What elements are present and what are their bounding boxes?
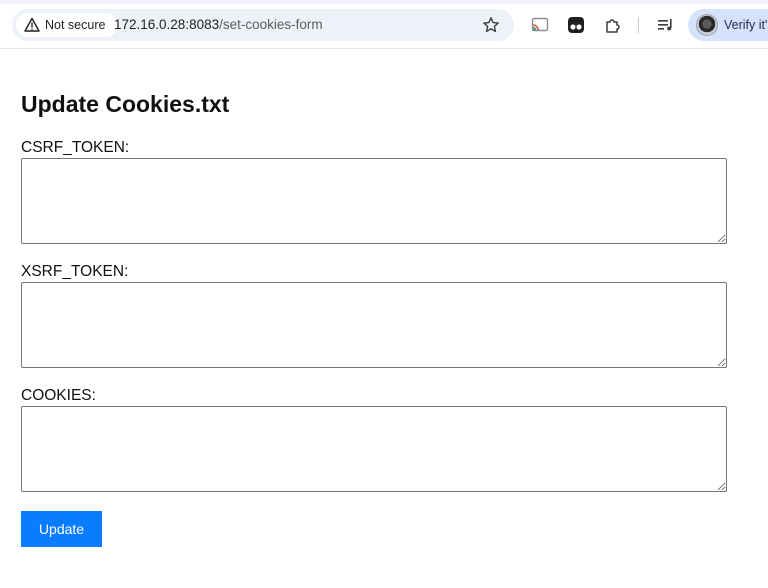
star-icon[interactable] (482, 16, 500, 34)
avatar (696, 14, 718, 36)
security-chip[interactable]: Not secure (16, 13, 118, 37)
media-control-icon[interactable] (656, 15, 676, 35)
xsrf-token-input[interactable] (21, 282, 727, 368)
cast-icon[interactable] (530, 15, 550, 35)
toolbar-divider (638, 17, 639, 33)
profile-button[interactable]: Verify it's (688, 9, 768, 41)
security-label: Not secure (45, 18, 106, 32)
csrf-token-input[interactable] (21, 158, 727, 244)
cookies-label: COOKIES: (21, 387, 96, 404)
xsrf-token-label: XSRF_TOKEN: (21, 263, 129, 280)
tampermonkey-icon[interactable] (566, 15, 586, 35)
update-button[interactable]: Update (21, 511, 102, 547)
warning-triangle-icon (24, 17, 40, 32)
profile-label: Verify it's (724, 18, 768, 32)
url-path: /set-cookies-form (219, 17, 323, 32)
tab-strip-edge (0, 0, 768, 4)
address-bar[interactable]: Not secure 172.16.0.28:8083/set-cookies-… (12, 9, 514, 41)
puzzle-icon[interactable] (603, 15, 623, 35)
page-content: Update Cookies.txt CSRF_TOKEN: XSRF_TOKE… (0, 49, 768, 588)
browser-toolbar: Not secure 172.16.0.28:8083/set-cookies-… (0, 0, 768, 49)
url-text[interactable]: 172.16.0.28:8083/set-cookies-form (114, 17, 323, 32)
url-host: 172.16.0.28:8083 (114, 17, 220, 32)
csrf-token-label: CSRF_TOKEN: (21, 139, 130, 156)
cookies-input[interactable] (21, 406, 727, 492)
page-title: Update Cookies.txt (21, 91, 230, 117)
